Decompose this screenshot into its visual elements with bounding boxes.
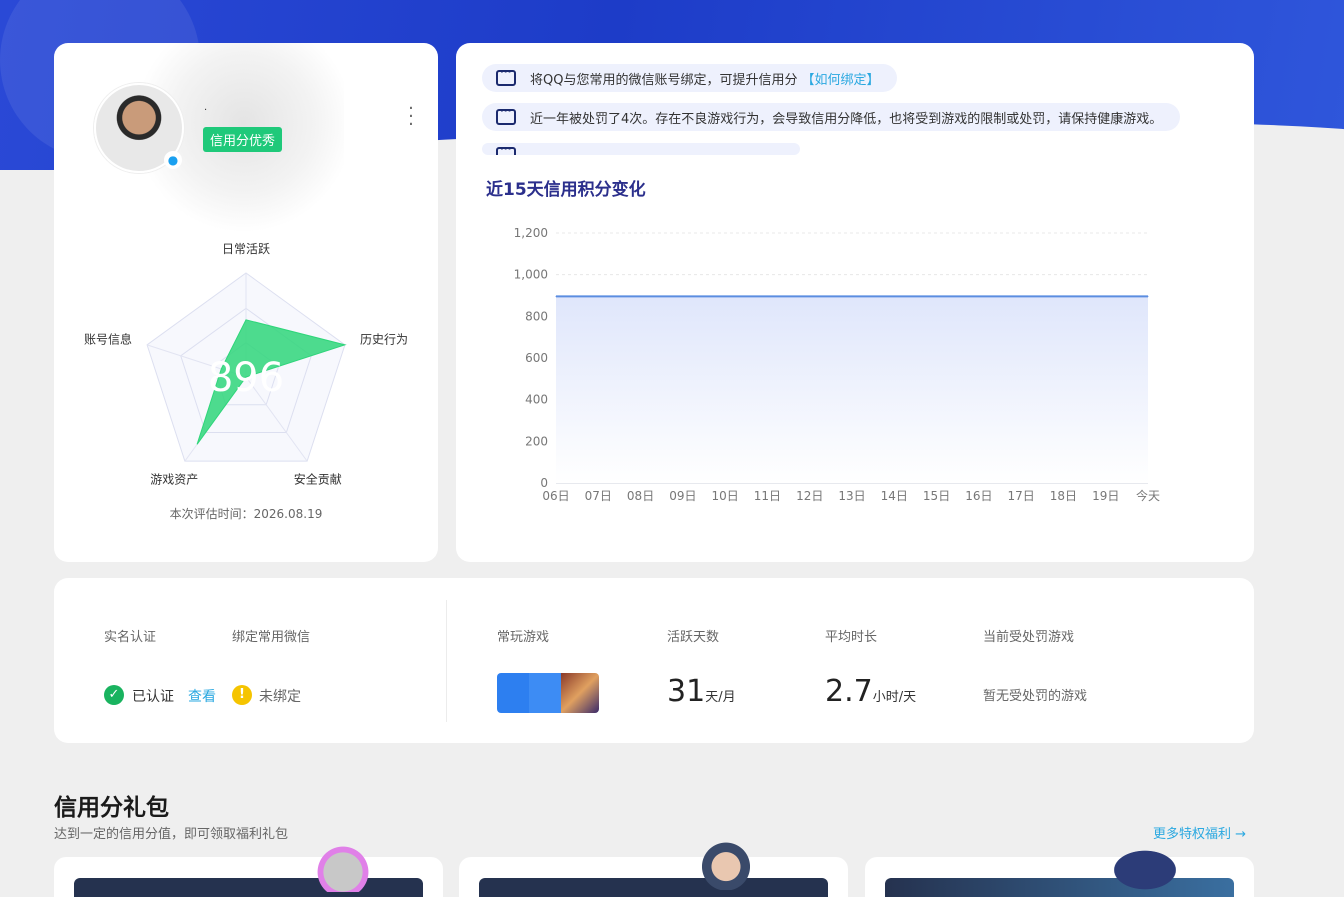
qq-icon: ● xyxy=(164,151,182,169)
notice-penalty: 近一年被处罚了4次。存在不良游戏行为，会导致信用分降低，也将受到游戏的限制或处罚… xyxy=(482,103,1181,131)
data-point xyxy=(640,295,642,297)
y-tick-label: 1,000 xyxy=(514,268,548,282)
credit-line-chart: 0 200 400 600 800 1,000 1,200 06日 07日 08日 09日 10日 11… xyxy=(514,226,1160,503)
x-tick-label: 16日 xyxy=(965,489,992,503)
data-point xyxy=(766,295,768,297)
gift-character-art xyxy=(1097,840,1193,890)
warning-icon: ! xyxy=(232,685,252,705)
view-realname-link[interactable]: 查看 xyxy=(188,686,216,706)
punish-label: 当前受处罚游戏 xyxy=(983,630,1075,645)
x-tick-label: 15日 xyxy=(923,489,950,503)
series-area xyxy=(556,296,1148,483)
data-point xyxy=(1105,295,1107,297)
active-days-value: 31天/月 xyxy=(667,674,736,709)
message-icon xyxy=(496,67,516,86)
chart-title: 近15天信用积分变化 xyxy=(486,180,646,200)
data-point xyxy=(1062,295,1064,297)
data-point xyxy=(893,295,895,297)
radar-axis-label: 历史行为 xyxy=(360,332,408,346)
notice-text: 将QQ与您常用的微信账号绑定，可提升信用分 xyxy=(530,72,798,88)
radar-axis-label: 安全贡献 xyxy=(294,472,342,487)
games-label: 常玩游戏 xyxy=(497,630,550,645)
more-options-icon[interactable]: · · · xyxy=(404,100,418,134)
data-point xyxy=(978,295,980,297)
x-tick-label: 06日 xyxy=(542,489,569,503)
x-tick-label: 17日 xyxy=(1008,489,1035,503)
radar-axis-label: 账号信息 xyxy=(84,331,132,346)
credit-score: 896 xyxy=(208,355,284,401)
eval-time: 本次评估时间：2026.08.19 xyxy=(169,507,323,521)
data-point xyxy=(1020,295,1022,297)
gift-character-art xyxy=(305,842,381,892)
x-tick-label: 07日 xyxy=(585,489,612,503)
y-tick-label: 1,200 xyxy=(514,226,548,240)
data-point xyxy=(809,295,811,297)
game-icon xyxy=(561,673,599,713)
notice-partial xyxy=(482,143,800,155)
data-point xyxy=(682,295,684,297)
x-tick-label: 14日 xyxy=(881,489,908,503)
data-point xyxy=(724,295,726,297)
avg-time-label: 平均时长 xyxy=(825,630,878,645)
x-tick-label: 19日 xyxy=(1092,489,1119,503)
data-point xyxy=(936,295,938,297)
gift-section-subtitle: 达到一定的信用分值，即可领取福利礼包 xyxy=(54,827,289,842)
avg-time-number: 2.7 xyxy=(825,674,873,709)
data-point xyxy=(555,295,557,297)
punish-value: 暂无受处罚的游戏 xyxy=(983,689,1088,704)
divider xyxy=(446,600,447,722)
radar-axis-label: 游戏资产 xyxy=(150,473,198,487)
credit-chart-card: 将QQ与您常用的微信账号绑定，可提升信用分 【如何绑定】 近一年被处罚了4次。存… xyxy=(456,43,1254,562)
radar-chart: 日常活跃历史行为安全贡献 游戏资产 账号信息 896 xyxy=(84,242,408,487)
notice-text: 近一年被处罚了4次。存在不良游戏行为，会导致信用分降低，也将受到游戏的限制或处罚… xyxy=(530,111,1163,127)
nickname: · xyxy=(204,105,208,116)
gift-card[interactable] xyxy=(459,857,848,897)
y-tick-label: 800 xyxy=(525,309,548,323)
how-to-bind-link[interactable]: 【如何绑定】 xyxy=(801,69,879,88)
active-days-unit: 天/月 xyxy=(705,690,736,705)
credit-level-badge: 信用分优秀 xyxy=(203,127,283,152)
x-tick-label: 09日 xyxy=(669,489,696,503)
avg-time-unit: 小时/天 xyxy=(872,690,917,705)
gift-section-title: 信用分礼包 xyxy=(54,795,169,821)
game-icon xyxy=(529,673,561,713)
verified-check-icon: ✓ xyxy=(104,685,124,705)
y-tick-label: 200 xyxy=(525,434,548,448)
x-tick-label: 10日 xyxy=(712,489,739,503)
y-tick-label: 0 xyxy=(540,476,548,490)
profile-card: ● · 信用分优秀 · · · 日常活跃历史行为安全贡献 游戏资产 账号信息 896 本次… xyxy=(54,43,438,562)
frequent-games[interactable] xyxy=(497,673,599,713)
data-point xyxy=(851,295,853,297)
y-tick-label: 600 xyxy=(525,351,548,365)
active-days-number: 31 xyxy=(667,674,706,709)
data-point xyxy=(1147,295,1149,297)
data-point xyxy=(597,295,599,297)
x-tick-label: 今天 xyxy=(1136,488,1160,503)
game-icon xyxy=(497,673,529,713)
message-icon xyxy=(496,144,516,155)
gift-character-art xyxy=(688,838,764,890)
x-tick-label: 08日 xyxy=(627,489,654,503)
x-tick-label: 11日 xyxy=(754,489,781,503)
wechat-label: 绑定常用微信 xyxy=(232,630,311,645)
radar-axis-label: 日常活跃 xyxy=(222,242,270,256)
gift-card[interactable] xyxy=(54,857,443,897)
stats-card: 实名认证 绑定常用微信 ✓ 已认证 查看 ! 未绑定 常玩游戏 活跃天数 31天… xyxy=(54,578,1254,743)
more-privileges-link[interactable]: 更多特权福利 → xyxy=(1153,823,1246,842)
wechat-value: 未绑定 xyxy=(259,689,301,705)
gift-card-image xyxy=(479,878,828,897)
x-tick-label: 18日 xyxy=(1050,489,1077,503)
active-days-label: 活跃天数 xyxy=(667,630,720,645)
message-icon xyxy=(496,106,516,125)
realname-value: 已认证 xyxy=(132,689,174,705)
realname-label: 实名认证 xyxy=(104,630,157,645)
notice-bind-wechat: 将QQ与您常用的微信账号绑定，可提升信用分 【如何绑定】 xyxy=(482,64,898,92)
avg-time-value: 2.7小时/天 xyxy=(825,674,916,709)
x-tick-label: 13日 xyxy=(838,489,865,503)
x-tick-label: 12日 xyxy=(796,489,823,503)
y-tick-label: 400 xyxy=(525,393,548,407)
gift-card[interactable] xyxy=(865,857,1254,897)
